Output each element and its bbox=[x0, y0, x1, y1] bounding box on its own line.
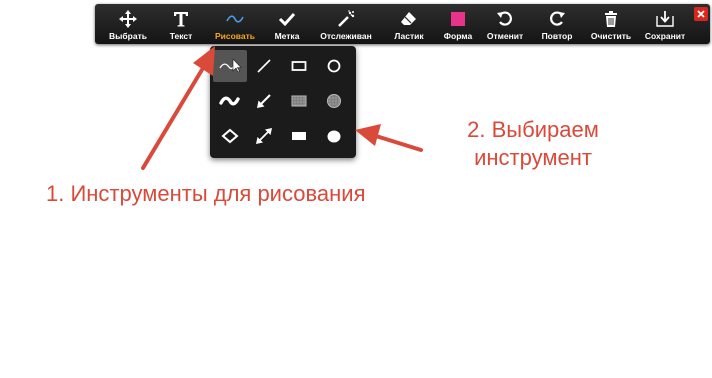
text-icon bbox=[155, 8, 207, 30]
squiggle-thin-tool[interactable] bbox=[213, 50, 247, 82]
tool-label: Текст bbox=[169, 31, 193, 41]
trash-icon bbox=[585, 8, 637, 30]
tool-label: Рисовать bbox=[214, 31, 256, 41]
close-icon bbox=[697, 10, 705, 18]
double-arrow-tool[interactable] bbox=[247, 120, 281, 152]
tool-label: Отслеживан bbox=[320, 31, 372, 41]
ellipse-hatched-tool[interactable] bbox=[317, 85, 351, 117]
tool-label: Повтор bbox=[541, 31, 573, 41]
annotation-toolbar: Выбрать Текст Рисовать Метка Отслеживан … bbox=[95, 4, 710, 44]
arrow-tool[interactable] bbox=[247, 85, 281, 117]
checkmark-icon bbox=[263, 8, 311, 30]
text-tool-button[interactable]: Текст bbox=[155, 4, 207, 44]
select-tool-button[interactable]: Выбрать bbox=[102, 4, 154, 44]
save-button[interactable]: Сохранит bbox=[638, 4, 692, 44]
step2-annotation: 2. Выбираем инструмент bbox=[448, 116, 618, 172]
diamond-outline-icon bbox=[221, 128, 239, 144]
step2-line2: инструмент bbox=[474, 145, 592, 170]
mark-tool-button[interactable]: Метка bbox=[263, 4, 311, 44]
draw-icon bbox=[207, 8, 263, 30]
squiggle-thick-icon bbox=[219, 96, 240, 106]
ellipse-outline-icon bbox=[327, 59, 341, 73]
move-icon bbox=[102, 8, 154, 30]
ellipse-outline-tool[interactable] bbox=[317, 50, 351, 82]
step2-line1: 2. Выбираем bbox=[467, 117, 599, 142]
step1-annotation: 1. Инструменты для рисования bbox=[46, 181, 366, 206]
eraser-tool-button[interactable]: Ластик bbox=[383, 4, 435, 44]
diamond-outline-tool[interactable] bbox=[213, 120, 247, 152]
tool-label: Метка bbox=[274, 31, 300, 41]
undo-button[interactable]: Отменит bbox=[480, 4, 530, 44]
color-square-icon bbox=[436, 8, 480, 30]
squiggle-thick-tool[interactable] bbox=[213, 85, 247, 117]
double-arrow-icon bbox=[256, 128, 272, 144]
ellipse-filled-icon bbox=[327, 130, 341, 143]
rectangle-hatched-tool[interactable] bbox=[282, 85, 316, 117]
eraser-icon bbox=[383, 8, 435, 30]
rectangle-outline-tool[interactable] bbox=[282, 50, 316, 82]
spotlight-tool-button[interactable]: Отслеживан bbox=[313, 4, 379, 44]
arrow-to-draw-tool bbox=[141, 46, 215, 170]
undo-icon bbox=[480, 8, 530, 30]
close-button[interactable] bbox=[694, 7, 708, 21]
draw-tool-button[interactable]: Рисовать bbox=[207, 4, 263, 44]
rectangle-filled-icon bbox=[292, 132, 306, 140]
squiggle-thin-icon bbox=[219, 59, 242, 73]
tool-label: Форма bbox=[443, 31, 473, 41]
shape-color-button[interactable]: Форма bbox=[436, 4, 480, 44]
line-tool[interactable] bbox=[247, 50, 281, 82]
line-icon bbox=[257, 59, 271, 73]
clear-button[interactable]: Очистить bbox=[585, 4, 637, 44]
rectangle-filled-tool[interactable] bbox=[282, 120, 316, 152]
tool-label: Ластик bbox=[394, 31, 424, 41]
redo-icon bbox=[532, 8, 582, 30]
save-icon bbox=[638, 8, 692, 30]
arrow-icon bbox=[257, 94, 271, 108]
draw-tools-palette bbox=[210, 46, 356, 158]
ellipse-filled-tool[interactable] bbox=[317, 120, 351, 152]
redo-button[interactable]: Повтор bbox=[532, 4, 582, 44]
tool-label: Выбрать bbox=[109, 31, 147, 41]
ellipse-hatched-icon bbox=[327, 94, 341, 108]
tool-label: Очистить bbox=[590, 31, 632, 41]
rectangle-outline-icon bbox=[291, 61, 307, 71]
tool-label: Отменит bbox=[486, 31, 524, 41]
tool-label: Сохранит bbox=[644, 31, 686, 41]
arrow-to-palette bbox=[355, 124, 423, 152]
spotlight-icon bbox=[313, 8, 379, 30]
rectangle-hatched-icon bbox=[291, 95, 307, 107]
